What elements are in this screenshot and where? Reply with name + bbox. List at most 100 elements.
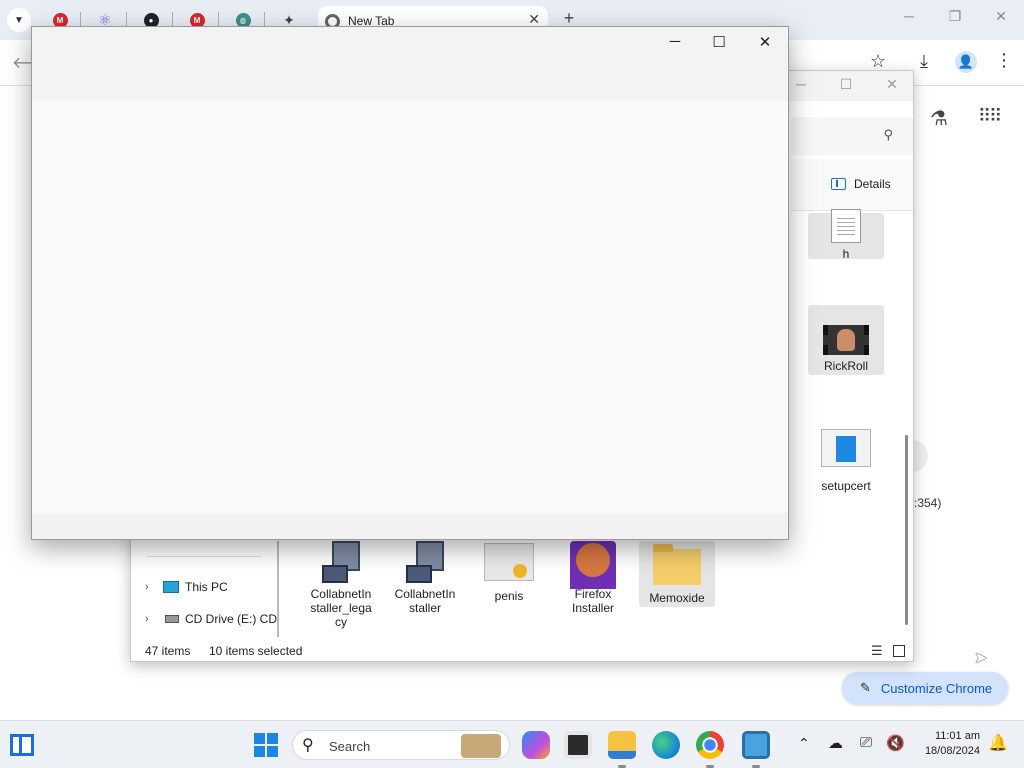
customize-chrome-button[interactable]: ✎ Customize Chrome (842, 672, 1008, 704)
chevron-down-icon: ▼ (14, 14, 24, 26)
file-item-setupcert[interactable]: setupcert (808, 423, 884, 493)
notification-bell-icon[interactable]: 🔔 (988, 733, 1008, 753)
explorer-scrollbar[interactable] (905, 435, 908, 625)
google-apps-icon[interactable]: ⠿⠿ (978, 106, 1002, 127)
file-item-collabnet-legacy[interactable]: CollabnetIn staller_lega cy (303, 541, 379, 629)
download-icon[interactable]: ⤓ (920, 51, 928, 72)
explorer-close-button[interactable]: ✕ (877, 76, 907, 96)
search-icon: ⚲ (302, 737, 314, 754)
chevron-right-icon[interactable]: › (145, 613, 159, 625)
item-count: 47 items (145, 644, 191, 658)
onedrive-off-icon[interactable]: ☁ (828, 734, 843, 752)
explorer-search-input[interactable]: ⚲ (791, 117, 913, 155)
file-item-firefox-installer[interactable]: Firefox Installer (555, 541, 631, 615)
file-label: Memoxide (649, 591, 705, 605)
volume-muted-icon[interactable]: 🔇 (886, 734, 905, 752)
terminal-icon[interactable] (564, 731, 592, 759)
file-item-memoxide[interactable]: Memoxide (639, 541, 715, 607)
taskbar: ⚲ Search ⌃ ☁ ⎚ 🔇 11:01 am 18/08/2024 🔔 (0, 720, 1024, 768)
file-label: setupcert (821, 479, 871, 493)
nav-item-label: This PC (185, 580, 228, 594)
explorer-minimize-button[interactable]: ─ (786, 76, 816, 96)
labs-flask-icon[interactable]: ⚗ (930, 106, 948, 131)
start-button[interactable] (254, 733, 278, 757)
profile-icon[interactable]: 👤 (955, 51, 977, 73)
windows-logo-icon (267, 746, 278, 757)
copilot-icon[interactable] (522, 731, 550, 759)
video-file-icon (823, 325, 869, 355)
blank-window-titlebar[interactable]: ─ ☐ ✕ (32, 27, 788, 101)
file-label: penis (494, 589, 524, 603)
file-label-line: CollabnetIn (310, 587, 372, 601)
taskbar-search-box[interactable]: ⚲ Search (292, 730, 510, 760)
bookmark-star-icon[interactable]: ☆ (870, 51, 886, 72)
taskbar-clock[interactable]: 11:01 am 18/08/2024 (916, 729, 980, 759)
search-icon: ⚲ (883, 127, 893, 142)
tab-search-button[interactable]: ▼ (7, 8, 31, 32)
network-computer-icon (406, 541, 444, 583)
firefox-installer-icon (570, 541, 616, 589)
file-explorer-icon[interactable] (608, 731, 636, 759)
windows-logo-icon (267, 733, 278, 744)
chrome-minimize-button[interactable]: ─ (894, 8, 924, 30)
selected-count: 10 items selected (209, 644, 303, 658)
file-label-line: CollabnetIn (394, 587, 456, 601)
blank-window-content (32, 101, 788, 513)
edge-icon[interactable] (652, 731, 680, 759)
windows-logo-icon (254, 746, 265, 757)
network-icon[interactable]: ⎚ (860, 734, 872, 751)
chevron-up-icon[interactable]: ⌃ (798, 735, 810, 752)
file-label: h (842, 247, 850, 261)
blank-window-footer (32, 513, 788, 539)
customize-chrome-label: Customize Chrome (880, 680, 993, 696)
widgets-icon[interactable] (10, 734, 34, 756)
chrome-close-button[interactable]: ✕ (986, 8, 1016, 30)
clock-date: 18/08/2024 (924, 745, 980, 757)
file-item-rickroll[interactable]: RickRoll (808, 305, 884, 375)
details-label: Details (854, 177, 891, 191)
clock-time: 11:01 am (934, 730, 980, 742)
notepad-icon[interactable] (742, 731, 770, 759)
nav-item-this-pc[interactable]: › This PC (145, 580, 228, 594)
file-item-penis[interactable]: penis (471, 543, 547, 603)
file-item-h[interactable]: h (808, 209, 884, 261)
blank-close-button[interactable]: ✕ (750, 33, 780, 57)
windows-logo-icon (254, 733, 265, 744)
nav-pane-splitter[interactable] (277, 541, 279, 637)
file-label-line: staller_lega (310, 601, 372, 615)
blank-window: ─ ☐ ✕ (31, 26, 789, 540)
nav-pane-divider (147, 556, 261, 557)
file-label-line: Installer (571, 601, 615, 615)
blank-minimize-button[interactable]: ─ (660, 33, 690, 57)
network-computer-icon (322, 541, 360, 583)
file-label-line: staller (408, 601, 441, 615)
explorer-statusbar: 47 items 10 items selected ☰ (131, 643, 913, 661)
details-pane-button[interactable]: Details (831, 177, 891, 191)
large-icons-view-icon[interactable] (893, 645, 905, 657)
file-label: RickRoll (823, 359, 868, 373)
nav-item-cd-drive[interactable]: › CD Drive (E:) CD (145, 612, 277, 626)
certificate-app-icon (821, 429, 871, 467)
blank-maximize-button[interactable]: ☐ (704, 33, 734, 57)
image-file-icon (484, 543, 534, 581)
cd-drive-icon (165, 615, 179, 623)
file-item-collabnet[interactable]: CollabnetIn staller (387, 541, 463, 615)
nav-item-label: CD Drive (E:) CD (185, 612, 277, 626)
details-view-icon[interactable]: ☰ (871, 643, 883, 659)
search-highlight-image-icon (461, 734, 501, 758)
explorer-command-bar: Details (791, 159, 913, 211)
chrome-restore-button[interactable]: ❐ (940, 8, 970, 30)
chrome-icon[interactable] (696, 731, 724, 759)
chevron-right-icon[interactable]: › (145, 581, 159, 593)
explorer-maximize-button[interactable]: ☐ (831, 76, 861, 96)
page-partial-text: :354) (914, 496, 942, 510)
text-document-icon (831, 209, 861, 243)
file-label-line: Firefox (574, 587, 612, 601)
details-pane-icon (831, 178, 846, 190)
kebab-menu-icon[interactable]: ⋮ (995, 50, 1013, 71)
folder-icon (653, 544, 701, 585)
this-pc-icon (163, 581, 179, 593)
mouse-cursor-icon: ➤ (974, 650, 988, 667)
taskbar-search-label: Search (329, 739, 371, 754)
file-label-line: cy (335, 615, 347, 629)
